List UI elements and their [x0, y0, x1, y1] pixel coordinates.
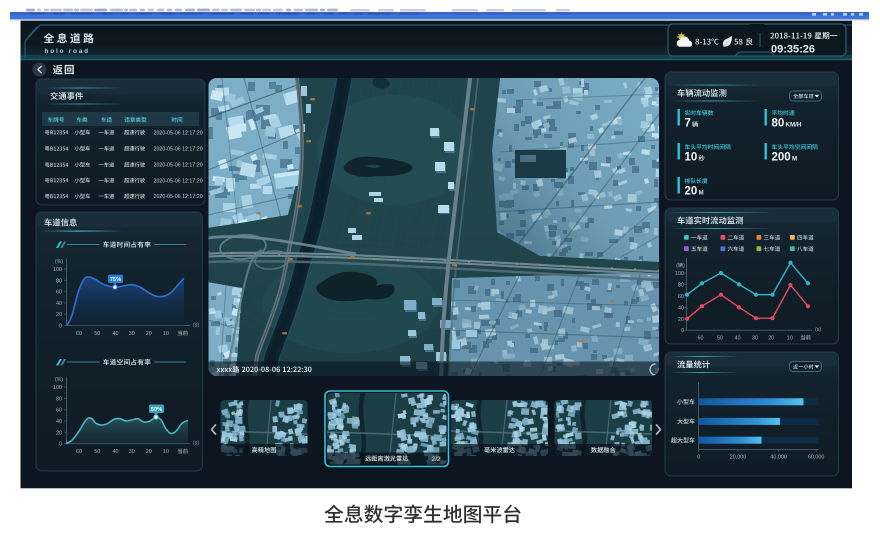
svg-text:40: 40: [735, 336, 741, 342]
svg-text:40: 40: [113, 449, 119, 455]
svg-text:40: 40: [56, 419, 62, 425]
svg-text:KM/H: KM/H: [786, 122, 802, 129]
svg-text:30: 30: [129, 449, 135, 455]
svg-text:100: 100: [675, 271, 684, 277]
svg-text:20: 20: [56, 430, 62, 436]
svg-text:0: 0: [697, 455, 700, 461]
svg-text:20: 20: [146, 331, 152, 337]
svg-text:(%): (%): [55, 259, 63, 265]
svg-text:0: 0: [59, 442, 62, 448]
svg-text:20: 20: [768, 336, 774, 342]
svg-text:(s): (s): [193, 441, 199, 447]
svg-text:0: 0: [59, 324, 62, 330]
svg-text:40: 40: [56, 301, 62, 307]
svg-text:50%: 50%: [151, 407, 162, 413]
svg-text:20,000: 20,000: [730, 455, 747, 461]
svg-text:7: 7: [685, 118, 691, 130]
svg-text:60,000: 60,000: [808, 455, 825, 461]
svg-text:10: 10: [685, 152, 698, 164]
svg-text:20: 20: [685, 186, 698, 198]
svg-text:40: 40: [113, 331, 119, 337]
svg-text:50: 50: [94, 331, 100, 337]
svg-text:60: 60: [76, 449, 82, 455]
svg-text:2020-05-06 12:17:20: 2020-05-06 12:17:20: [154, 178, 203, 184]
svg-text:60: 60: [678, 294, 684, 300]
svg-text:30: 30: [129, 331, 135, 337]
svg-text:2020-05-06 12:17:20: 2020-05-06 12:17:20: [154, 147, 203, 153]
svg-text:2/2: 2/2: [431, 456, 440, 463]
svg-text:M: M: [699, 190, 704, 197]
svg-text:40: 40: [678, 305, 684, 311]
svg-text:100: 100: [53, 385, 62, 391]
svg-text:80: 80: [56, 278, 62, 284]
svg-text:60: 60: [698, 336, 704, 342]
svg-text:60: 60: [76, 331, 82, 337]
svg-text:80: 80: [772, 118, 785, 130]
svg-text:20: 20: [56, 312, 62, 318]
svg-text:50: 50: [94, 449, 100, 455]
svg-text:80: 80: [678, 282, 684, 288]
svg-text:(s): (s): [193, 323, 199, 329]
svg-text:10: 10: [163, 331, 169, 337]
svg-text:2020-05-06 12:17:20: 2020-05-06 12:17:20: [154, 130, 203, 136]
svg-text:80: 80: [56, 396, 62, 402]
svg-text:60: 60: [56, 290, 62, 296]
svg-text:M: M: [792, 156, 797, 163]
svg-text:holo road: holo road: [45, 48, 90, 55]
svg-text:2020-05-06 12:17:20: 2020-05-06 12:17:20: [154, 194, 203, 200]
svg-text:40,000: 40,000: [770, 455, 787, 461]
svg-text:0: 0: [681, 328, 684, 334]
svg-text:20: 20: [146, 449, 152, 455]
svg-text:10: 10: [787, 336, 793, 342]
svg-text:75%: 75%: [110, 277, 121, 283]
svg-text:50: 50: [717, 336, 723, 342]
svg-text:20: 20: [678, 317, 684, 323]
svg-text:10: 10: [163, 449, 169, 455]
svg-text:60: 60: [56, 408, 62, 414]
svg-text:30: 30: [752, 336, 758, 342]
svg-text:2020-05-06 12:17:20: 2020-05-06 12:17:20: [154, 163, 203, 169]
svg-text:100: 100: [53, 267, 62, 273]
svg-text:(%): (%): [55, 377, 63, 383]
svg-text:(s): (s): [815, 327, 821, 333]
svg-text:200: 200: [772, 152, 791, 164]
svg-text:09:35:26: 09:35:26: [771, 44, 815, 56]
